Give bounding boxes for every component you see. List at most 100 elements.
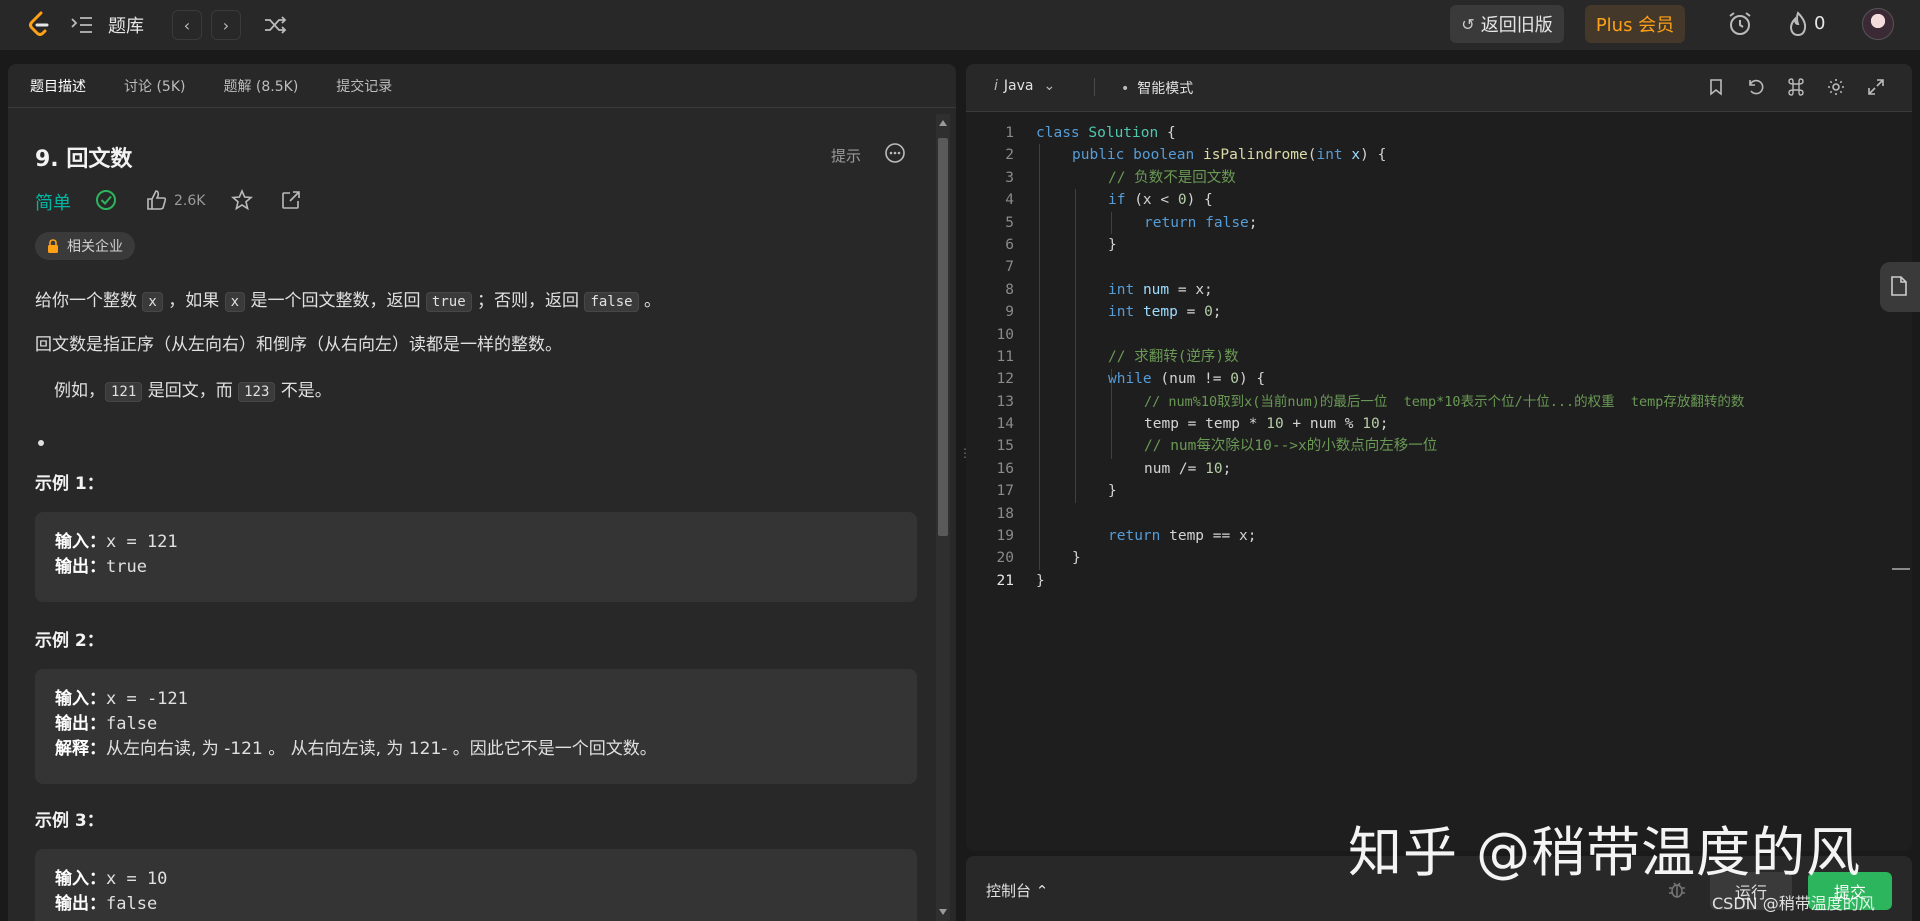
code-editor-panel: i Java ⌄ • 智能模式 1 class Solution { 2 public b… bbox=[966, 64, 1912, 851]
problem-description-panel: 题目描述 讨论 (5K) 题解 (8.5K) 提交记录 9. 回文数 提示 简单… bbox=[8, 64, 956, 921]
chevron-right-icon: › bbox=[222, 15, 230, 35]
code-line: } bbox=[1108, 483, 1117, 500]
line-number: 14 bbox=[996, 416, 1014, 433]
line-number: 16 bbox=[996, 460, 1014, 477]
lock-icon bbox=[48, 239, 58, 253]
language-selector[interactable]: i Java ⌄ bbox=[994, 78, 1055, 94]
fullscreen-icon[interactable] bbox=[1866, 77, 1886, 97]
example-explanation: 从左向右读, 为 -121 。 从右向左读, 为 121- 。因此它不是一个回文… bbox=[106, 739, 657, 759]
example-2-box: 输入：x = -121 输出：false 解释：从左向右读, 为 -121 。 … bbox=[35, 669, 917, 784]
alarm-clock-icon[interactable] bbox=[1726, 10, 1754, 38]
code-area[interactable]: 1 class Solution { 2 public boolean isPali… bbox=[966, 122, 1912, 592]
example-input: x = 121 bbox=[106, 532, 178, 552]
shuffle-icon[interactable] bbox=[262, 12, 288, 38]
scroll-up-arrow[interactable] bbox=[939, 120, 947, 126]
line-number: 2 bbox=[1005, 147, 1014, 164]
user-avatar[interactable] bbox=[1862, 8, 1894, 40]
code-line: } bbox=[1036, 572, 1045, 589]
thumbs-up-icon[interactable] bbox=[145, 188, 169, 212]
problem-list-icon[interactable] bbox=[70, 14, 94, 36]
inline-code: 121 bbox=[105, 382, 143, 402]
return-old-version-button[interactable]: ↺ 返回旧版 bbox=[1450, 5, 1564, 43]
more-options-icon[interactable] bbox=[884, 142, 906, 164]
panel-resize-handle[interactable]: ⋮ bbox=[959, 447, 971, 468]
tab-description[interactable]: 题目描述 bbox=[30, 76, 86, 96]
solved-check-icon bbox=[96, 190, 116, 210]
hint-button[interactable]: 提示 bbox=[831, 145, 861, 166]
zhihu-watermark: 知乎 @稍带温度的风 bbox=[1348, 821, 1862, 884]
shortcuts-icon[interactable] bbox=[1786, 77, 1806, 97]
code-line: } bbox=[1108, 236, 1117, 253]
toolbar-divider bbox=[1094, 78, 1095, 96]
example-1-box: 输入：x = 121 输出：true bbox=[35, 512, 917, 602]
prev-problem-button[interactable]: ‹ bbox=[172, 10, 202, 40]
description-scrollbar[interactable] bbox=[936, 114, 950, 921]
line-number: 20 bbox=[996, 550, 1014, 567]
next-problem-button[interactable]: › bbox=[211, 10, 241, 40]
desc-text: 给你一个整数 bbox=[35, 291, 143, 311]
output-label: 输出： bbox=[55, 557, 106, 577]
smart-mode-label: 智能模式 bbox=[1137, 81, 1194, 97]
code-line: return temp == x; bbox=[1108, 528, 1257, 545]
description-para-2: 回文数是指正序（从左向右）和倒序（从右向左）读都是一样的整数。 bbox=[35, 335, 562, 355]
example-1-title: 示例 1： bbox=[35, 474, 104, 494]
language-label: Java bbox=[1003, 78, 1034, 94]
share-icon[interactable] bbox=[279, 188, 303, 212]
scroll-thumb[interactable] bbox=[938, 138, 948, 536]
inline-code: x bbox=[142, 292, 163, 312]
code-line: if (x < 0) { bbox=[1108, 192, 1213, 209]
smart-mode-toggle[interactable]: • 智能模式 bbox=[1121, 78, 1193, 98]
problem-bank-title[interactable]: 题库 bbox=[108, 12, 144, 38]
csdn-watermark: CSDN @稍带温度的风 bbox=[1712, 894, 1875, 913]
fire-icon[interactable] bbox=[1786, 10, 1810, 38]
leetcode-logo-icon[interactable] bbox=[28, 11, 50, 39]
example-2-title: 示例 2： bbox=[35, 631, 104, 651]
code-line: temp = temp * 10 + num % 10; bbox=[1144, 416, 1389, 433]
line-number: 19 bbox=[996, 528, 1014, 545]
related-companies-tag[interactable]: 相关企业 bbox=[35, 232, 135, 260]
line-number: 10 bbox=[996, 326, 1014, 343]
info-icon: i bbox=[994, 78, 998, 94]
line-number: 4 bbox=[1005, 192, 1014, 209]
side-notes-tab[interactable] bbox=[1880, 262, 1920, 312]
output-label: 输出： bbox=[55, 714, 106, 734]
example-output: false bbox=[106, 894, 158, 914]
line-number: 9 bbox=[1005, 304, 1014, 321]
code-line: } bbox=[1072, 550, 1081, 567]
plus-member-button[interactable]: Plus 会员 bbox=[1585, 5, 1685, 43]
code-line: class Solution { bbox=[1036, 125, 1176, 141]
desc-text: 例如， bbox=[54, 381, 105, 401]
inline-code: x bbox=[224, 292, 246, 312]
desc-text: 不是。 bbox=[275, 381, 332, 401]
difficulty-badge: 简单 bbox=[35, 193, 71, 214]
reset-icon[interactable] bbox=[1746, 77, 1766, 97]
example-3-box: 输入：x = 10 输出：false bbox=[35, 849, 917, 921]
line-number: 13 bbox=[996, 393, 1014, 410]
code-line: num /= 10; bbox=[1144, 460, 1232, 477]
line-number: 17 bbox=[996, 483, 1014, 500]
line-number: 7 bbox=[1005, 259, 1014, 276]
fire-count: 0 bbox=[1814, 13, 1826, 34]
star-icon[interactable] bbox=[230, 188, 254, 212]
code-line: return false; bbox=[1144, 214, 1258, 231]
tab-solutions[interactable]: 题解 (8.5K) bbox=[223, 76, 298, 96]
settings-gear-icon[interactable] bbox=[1826, 77, 1846, 97]
line-number: 12 bbox=[996, 371, 1014, 388]
example-output: false bbox=[106, 714, 158, 734]
tab-submissions[interactable]: 提交记录 bbox=[336, 76, 392, 96]
console-toggle[interactable]: 控制台 ⌃ bbox=[986, 880, 1048, 901]
example-input: x = 10 bbox=[106, 869, 168, 889]
bookmark-icon[interactable] bbox=[1706, 77, 1726, 97]
problem-title: 9. 回文数 bbox=[35, 147, 133, 172]
code-line: while (num != 0) { bbox=[1108, 371, 1266, 388]
tab-discussion[interactable]: 讨论 (5K) bbox=[124, 76, 185, 96]
dot-icon: • bbox=[1121, 81, 1130, 97]
inline-code: true bbox=[425, 292, 472, 312]
document-icon bbox=[1891, 276, 1907, 296]
problem-tabs: 题目描述 讨论 (5K) 题解 (8.5K) 提交记录 bbox=[8, 64, 956, 108]
code-line: public boolean isPalindrome(int x) { bbox=[1072, 147, 1387, 164]
scroll-down-arrow[interactable] bbox=[939, 909, 947, 915]
explanation-label: 解释： bbox=[55, 739, 106, 759]
desc-text: 是一个回文整数，返回 bbox=[245, 291, 426, 311]
example-input: x = -121 bbox=[106, 689, 188, 709]
